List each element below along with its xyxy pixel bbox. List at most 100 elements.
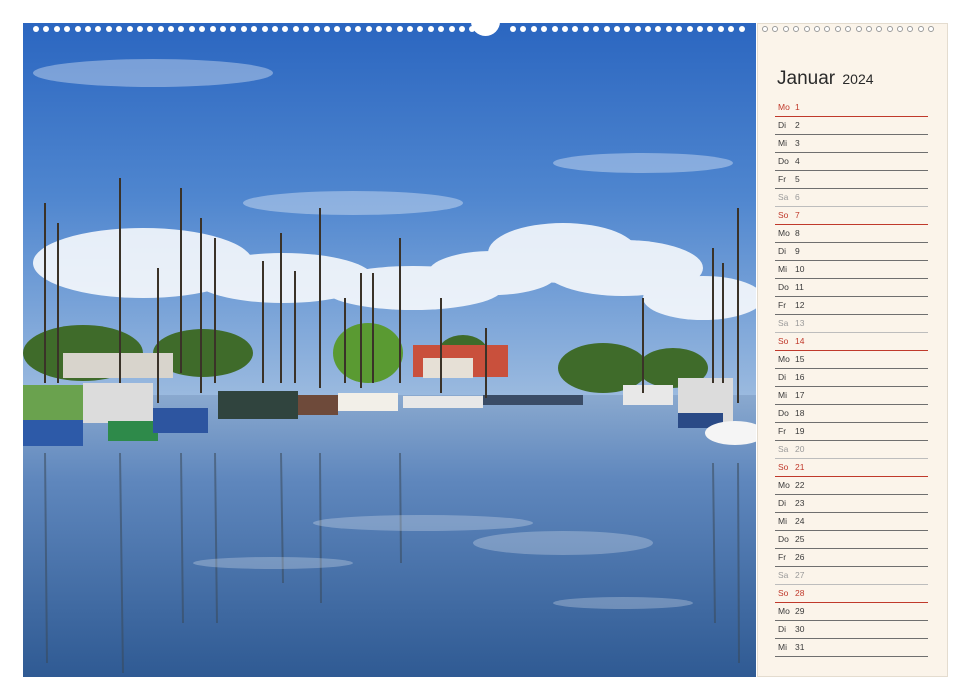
binding-ring: [438, 26, 445, 32]
binding-ring: [168, 26, 175, 32]
day-number: 14: [795, 336, 805, 346]
day-row: Mi 10: [775, 261, 928, 279]
binding-ring: [417, 26, 424, 32]
binding-ring: [561, 26, 568, 32]
binding-ring: [344, 26, 351, 32]
weekday-label: Do: [778, 156, 789, 166]
day-number: 2: [795, 120, 800, 130]
binding-ring: [603, 26, 610, 32]
day-row: Mo 22: [775, 477, 928, 495]
binding-ring: [95, 26, 102, 32]
binding-ring: [572, 26, 579, 32]
binding-ring: [655, 26, 662, 32]
weekday-label: So: [778, 336, 789, 346]
day-row: Fr 12: [775, 297, 928, 315]
binding-ring: [157, 26, 164, 32]
day-number: 27: [795, 570, 805, 580]
weekday-label: Mo: [778, 606, 790, 616]
binding-ring: [375, 26, 382, 32]
day-row: Di 9: [775, 243, 928, 261]
binding-ring: [686, 26, 693, 32]
binding-ring: [845, 26, 852, 32]
day-row: So 21: [775, 459, 928, 477]
binding-ring: [510, 26, 516, 32]
binding-ring: [834, 26, 841, 32]
day-number: 19: [795, 426, 805, 436]
day-row: Mi 17: [775, 387, 928, 405]
binding-ring: [282, 26, 289, 32]
weekday-label: Fr: [778, 426, 787, 436]
binding-ring: [116, 26, 123, 32]
weekday-label: Di: [778, 120, 787, 130]
day-row: Fr 5: [775, 171, 928, 189]
binding-ring: [541, 26, 548, 32]
binding-ring: [188, 26, 195, 32]
day-number: 1: [795, 102, 800, 112]
weekday-label: Do: [778, 534, 789, 544]
day-number: 28: [795, 588, 805, 598]
binding-ring: [876, 26, 883, 32]
binding-ring: [448, 26, 455, 32]
day-row: Sa 20: [775, 441, 928, 459]
binding-ring: [220, 26, 227, 32]
weekday-label: Mi: [778, 264, 787, 274]
day-row: Di 16: [775, 369, 928, 387]
harbor-photo: [23, 23, 756, 677]
binding-ring: [676, 26, 683, 32]
binding-ring: [292, 26, 299, 32]
binding-ring: [728, 26, 735, 32]
binding-ring: [396, 26, 403, 32]
weekday-label: Mo: [778, 480, 790, 490]
day-row: So 28: [775, 585, 928, 603]
binding-ring: [147, 26, 154, 32]
weekday-label: So: [778, 588, 789, 598]
binding-ring: [772, 26, 779, 32]
binding-ring: [803, 26, 810, 32]
day-number: 23: [795, 498, 805, 508]
day-number: 29: [795, 606, 805, 616]
binding-ring: [459, 26, 466, 32]
binding-ring: [386, 26, 393, 32]
day-row: Mi 24: [775, 513, 928, 531]
binding-ring: [33, 26, 39, 32]
day-row: Do 4: [775, 153, 928, 171]
binding-ring: [782, 26, 789, 32]
binding-ring: [855, 26, 862, 32]
binding-ring: [323, 26, 330, 32]
binding-ring: [427, 26, 434, 32]
binding-ring: [645, 26, 652, 32]
day-row: Di 2: [775, 117, 928, 135]
binding-ring: [917, 26, 924, 32]
day-row: Mo 8: [775, 225, 928, 243]
day-number: 8: [795, 228, 800, 238]
day-row: Mo 29: [775, 603, 928, 621]
binding-ring: [313, 26, 320, 32]
binding-ring: [199, 26, 206, 32]
day-row: Sa 27: [775, 567, 928, 585]
harbor-scene-illustration: [23, 23, 756, 677]
day-number: 31: [795, 642, 805, 652]
weekday-label: Di: [778, 246, 787, 256]
weekday-label: So: [778, 210, 789, 220]
day-number: 20: [795, 444, 805, 454]
panel-binding-rings: [762, 24, 939, 34]
binding-ring: [813, 26, 820, 32]
day-row: Do 25: [775, 531, 928, 549]
day-number: 12: [795, 300, 805, 310]
binding-ring: [407, 26, 414, 32]
binding-ring: [762, 26, 768, 32]
binding-ring: [303, 26, 310, 32]
binding-ring: [43, 26, 50, 32]
weekday-label: Mi: [778, 642, 787, 652]
binding-ring: [697, 26, 704, 32]
day-number: 4: [795, 156, 800, 166]
binding-ring: [209, 26, 216, 32]
binding-ring: [738, 26, 745, 32]
month-name: Januar: [777, 68, 836, 89]
day-number: 6: [795, 192, 800, 202]
binding-ring: [355, 26, 362, 32]
binding-ring: [665, 26, 672, 32]
binding-ring: [126, 26, 133, 32]
weekday-label: Mi: [778, 138, 787, 148]
binding-ring: [707, 26, 714, 32]
